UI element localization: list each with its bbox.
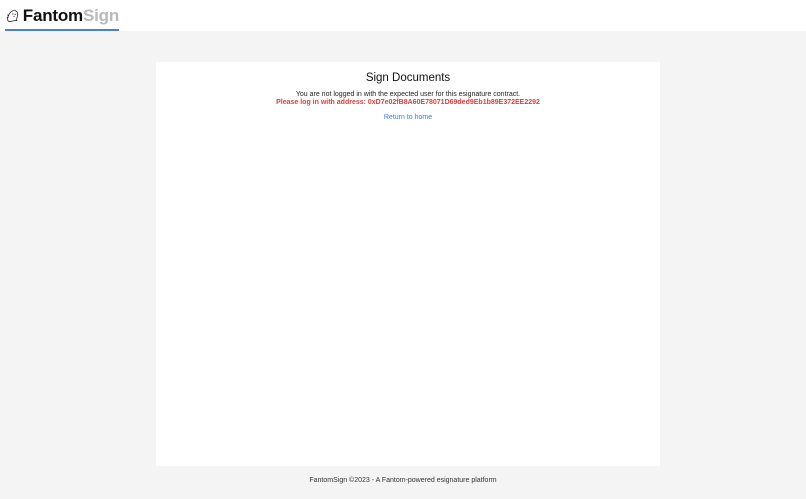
page-title: Sign Documents — [365, 72, 451, 84]
brand-logo[interactable]: FantomSign — [5, 4, 119, 31]
app-header: FantomSign — [0, 0, 806, 31]
brand-name-primary: Fantom — [22, 6, 83, 25]
page-footer: FantomSign ©2023 - A Fantom-powered esig… — [309, 477, 497, 484]
expected-address-warning: Please log in with address: 0xD7e02fB8A6… — [276, 99, 540, 106]
brand-name: FantomSign — [23, 7, 119, 24]
return-home-link[interactable]: Return to home — [384, 114, 432, 121]
brand-name-secondary: Sign — [82, 6, 119, 25]
ghost-icon — [6, 9, 19, 22]
login-mismatch-message: You are not logged in with the expected … — [295, 91, 521, 98]
sign-documents-card: Sign Documents You are not logged in wit… — [156, 62, 660, 466]
